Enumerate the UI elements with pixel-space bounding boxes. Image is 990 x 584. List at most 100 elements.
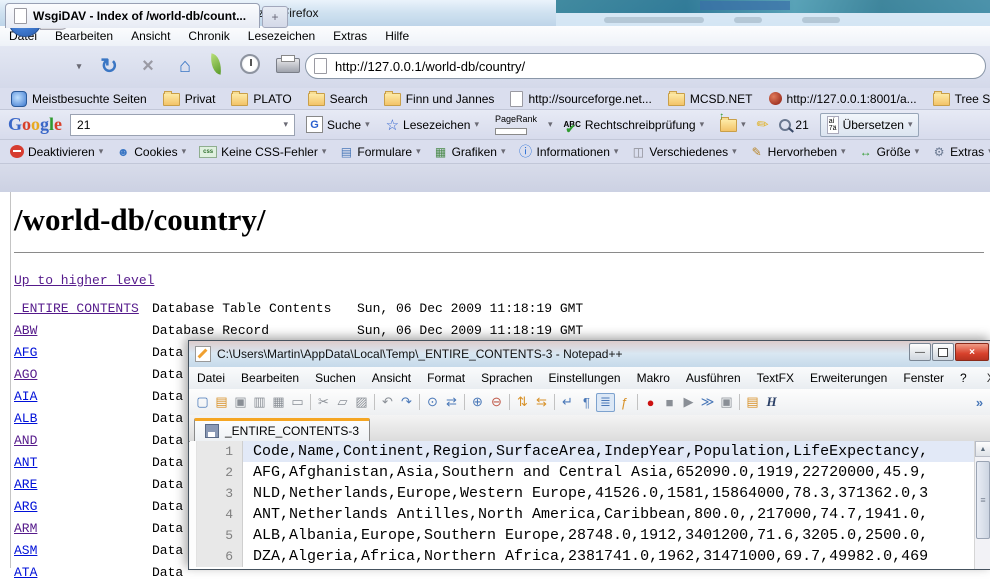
history-clock-icon[interactable] <box>240 54 260 74</box>
save-icon[interactable]: ▣ <box>231 393 250 412</box>
separator[interactable] <box>739 394 740 410</box>
webdev-button[interactable]: ◫ Verschiedenes ▾ <box>626 144 741 160</box>
separator[interactable] <box>310 394 311 410</box>
sync-horizontal-icon[interactable]: ⇆ <box>532 393 551 412</box>
new-file-icon[interactable]: ▢ <box>193 393 212 412</box>
toolbar-overflow-icon[interactable]: » <box>970 393 989 412</box>
bookmark-item[interactable]: Finn und Jannes <box>377 90 502 107</box>
bookmark-item[interactable]: PLATO <box>224 90 298 107</box>
separator[interactable] <box>419 394 420 410</box>
word-find-button[interactable]: 21 <box>774 116 813 134</box>
webdev-button[interactable]: ☻ Cookies ▾ <box>111 144 191 160</box>
scrollbar-thumb[interactable]: ≡ <box>976 461 990 539</box>
entry-link[interactable]: ALB <box>14 408 152 430</box>
entry-link[interactable]: ANT <box>14 452 152 474</box>
pagerank-dropdown-icon[interactable]: ▾ <box>548 119 553 130</box>
replace-icon[interactable]: ⇄ <box>442 393 461 412</box>
menu-close-button[interactable]: X <box>975 371 990 385</box>
separator[interactable] <box>509 394 510 410</box>
separator[interactable] <box>554 394 555 410</box>
vertical-scrollbar[interactable]: ▲ ≡ <box>974 441 990 569</box>
menu-item[interactable]: Suchen <box>307 368 364 389</box>
menu-item[interactable]: Fenster <box>895 368 952 389</box>
print-icon[interactable] <box>276 58 300 73</box>
webdev-button[interactable]: ↔ Größe ▾ <box>854 144 925 160</box>
menu-item[interactable]: Format <box>419 368 473 389</box>
run-macro-multiple-icon[interactable]: ≫ <box>698 393 717 412</box>
up-link[interactable]: Up to higher level <box>14 273 154 288</box>
zoom-out-icon[interactable]: ⊖ <box>487 393 506 412</box>
google-search-button[interactable]: G Suche ▾ <box>301 114 375 135</box>
webdev-button[interactable]: Deaktivieren ▾ <box>5 144 108 160</box>
editor-area[interactable]: 1 Code,Name,Continent,Region,SurfaceArea… <box>190 441 990 569</box>
reload-button[interactable]: ↻ <box>95 46 123 86</box>
bookmark-item[interactable]: Meistbesuchte Seiten <box>4 90 154 108</box>
entry-link[interactable]: ASM <box>14 540 152 562</box>
webdev-button[interactable]: ⚙ Extras ▾ <box>927 144 990 160</box>
save-copy-icon[interactable]: ▥ <box>250 393 269 412</box>
bookmark-item[interactable]: http://sourceforge.net... <box>503 90 658 108</box>
print-icon[interactable]: ▭ <box>288 393 307 412</box>
google-bookmarks-button[interactable]: ☆ Lesezeichen ▾ <box>381 114 484 136</box>
url-input[interactable] <box>333 58 977 75</box>
pagerank-button[interactable]: PageRank <box>490 112 542 137</box>
close-button[interactable]: × <box>955 343 989 361</box>
menu-item[interactable]: Datei <box>189 368 233 389</box>
document-tab[interactable]: _ENTIRE_CONTENTS-3 <box>194 418 370 441</box>
paste-icon[interactable]: ▨ <box>352 393 371 412</box>
scroll-up-icon[interactable]: ▲ <box>975 441 990 457</box>
menu-item[interactable]: Ansicht <box>122 27 179 46</box>
webdev-button[interactable]: ⓘ Informationen ▾ <box>513 144 623 160</box>
menu-item[interactable]: Lesezeichen <box>239 27 324 46</box>
webdev-button[interactable]: ▤ Formulare ▾ <box>334 144 425 160</box>
google-search-box[interactable]: ▾ <box>70 114 295 136</box>
entry-link[interactable]: _ENTIRE_CONTENTS <box>14 298 152 320</box>
zoom-in-icon[interactable]: ⊕ <box>468 393 487 412</box>
show-all-chars-icon[interactable]: ¶ <box>577 393 596 412</box>
save-macro-icon[interactable]: ▣ <box>717 393 736 412</box>
entry-link[interactable]: ARG <box>14 496 152 518</box>
bookmark-item[interactable]: Tree Samples <box>926 90 990 107</box>
entry-link[interactable]: ARM <box>14 518 152 540</box>
menu-item[interactable]: TextFX <box>749 368 802 389</box>
url-bar[interactable] <box>305 53 986 79</box>
entry-link[interactable]: AFG <box>14 342 152 364</box>
webdev-button[interactable]: ✎ Hervorheben ▾ <box>745 144 851 160</box>
google-search-input[interactable] <box>71 118 277 132</box>
find-icon[interactable]: ⊙ <box>423 393 442 412</box>
entry-link[interactable]: AND <box>14 430 152 452</box>
menu-item[interactable]: Ausführen <box>678 368 749 389</box>
bookmark-item[interactable]: Privat <box>156 90 223 107</box>
record-macro-icon[interactable]: ● <box>641 393 660 412</box>
translate-button[interactable]: aí7ä Übersetzen ▾ <box>820 113 920 137</box>
menu-item[interactable]: Chronik <box>179 27 238 46</box>
search-dropdown-icon[interactable]: ▾ <box>278 119 295 130</box>
menu-item[interactable]: Sprachen <box>473 368 540 389</box>
cut-icon[interactable]: ✂ <box>314 393 333 412</box>
history-dropdown-icon[interactable]: ▾ <box>72 46 86 86</box>
separator[interactable] <box>464 394 465 410</box>
menu-item[interactable]: Hilfe <box>376 27 418 46</box>
highlighter-icon[interactable]: ✎ <box>753 114 773 135</box>
bookmark-item[interactable]: MCSD.NET <box>661 90 760 107</box>
function-completion-icon[interactable]: ƒ <box>615 393 634 412</box>
separator[interactable] <box>374 394 375 410</box>
word-wrap-icon[interactable]: ↵ <box>558 393 577 412</box>
entry-link[interactable]: AIA <box>14 386 152 408</box>
play-macro-icon[interactable]: ▶ <box>679 393 698 412</box>
menu-item[interactable]: Ansicht <box>364 368 419 389</box>
restore-button[interactable] <box>932 343 954 361</box>
first-heading-icon[interactable]: H <box>762 393 781 412</box>
separator[interactable] <box>637 394 638 410</box>
entry-link[interactable]: ABW <box>14 320 152 342</box>
entry-link[interactable]: ARE <box>14 474 152 496</box>
browser-tab[interactable]: WsgiDAV - Index of /world-db/count... <box>5 3 260 28</box>
entry-link[interactable]: ATA <box>14 562 152 584</box>
entry-link[interactable]: AGO <box>14 364 152 386</box>
open-file-icon[interactable]: ▤ <box>212 393 231 412</box>
bookmark-item[interactable]: http://127.0.0.1:8001/a... <box>762 91 924 107</box>
sync-vertical-icon[interactable]: ⇅ <box>513 393 532 412</box>
menu-item[interactable]: Erweiterungen <box>802 368 895 389</box>
menu-item[interactable]: ? <box>952 368 975 389</box>
copy-icon[interactable]: ▱ <box>333 393 352 412</box>
